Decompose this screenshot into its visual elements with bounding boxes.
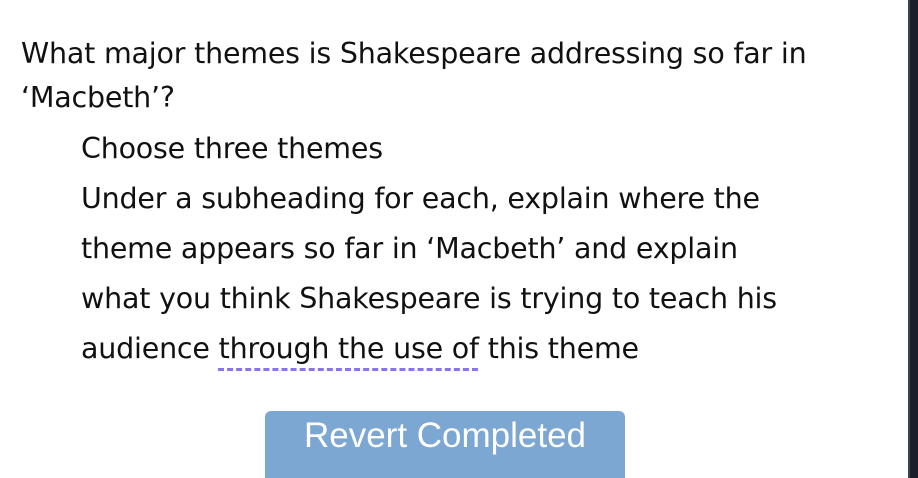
instruction-line-1: Under a subheading for each, explain whe…: [81, 182, 760, 215]
instruction-line-4-prefix: audience: [81, 332, 219, 365]
instruction-item-choose-themes: Choose three themes: [81, 132, 383, 165]
question-text: What major themes is Shakespeare address…: [21, 32, 891, 120]
document-content: What major themes is Shakespeare address…: [0, 0, 906, 478]
question-line-2: ‘Macbeth’?: [21, 81, 175, 114]
instruction-list: Choose three themes Under a subheading f…: [81, 124, 881, 374]
instruction-line-3: what you think Shakespeare is trying to …: [81, 282, 777, 315]
instruction-item-explain: Under a subheading for each, explain whe…: [81, 174, 881, 374]
revert-completed-button[interactable]: Revert Completed: [265, 411, 625, 478]
instruction-line-2: theme appears so far in ‘Macbeth’ and ex…: [81, 232, 738, 265]
instruction-line-4-suffix: this theme: [478, 332, 639, 365]
question-line-1: What major themes is Shakespeare address…: [21, 37, 807, 70]
scrollbar-edge[interactable]: [908, 0, 918, 478]
grammar-suggestion-underline[interactable]: through the use of: [219, 332, 479, 365]
